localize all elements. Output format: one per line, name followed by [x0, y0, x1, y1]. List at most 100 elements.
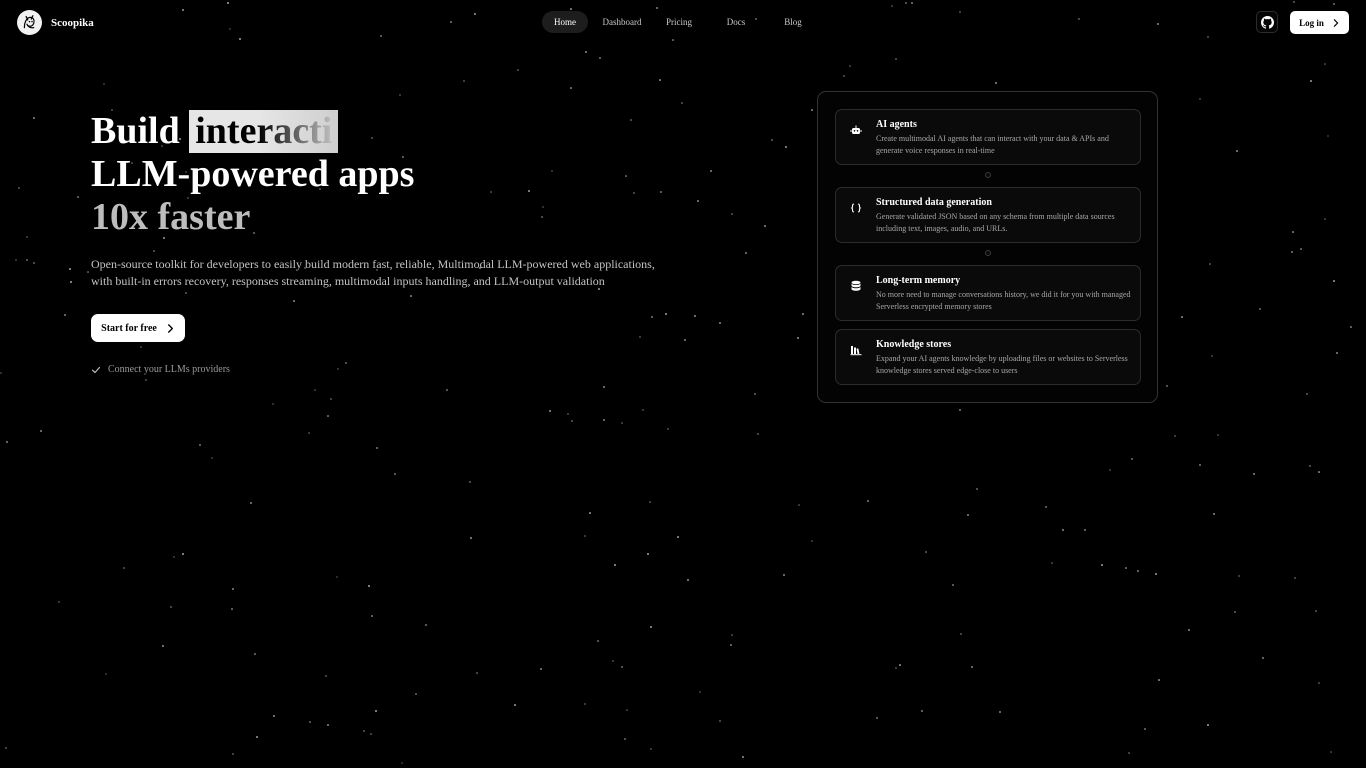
star — [1125, 567, 1127, 569]
star — [327, 724, 329, 726]
star — [541, 216, 543, 218]
star — [797, 337, 799, 339]
star — [232, 588, 234, 590]
nav-item-pricing[interactable]: Pricing — [656, 11, 702, 33]
star — [1199, 98, 1201, 100]
star — [1259, 308, 1261, 310]
feature-card-knowledge-stores: Knowledge stores Expand your AI agents k… — [835, 329, 1141, 385]
headline-line-2: LLM-powered apps — [91, 153, 415, 195]
star — [895, 667, 897, 669]
star — [490, 191, 492, 193]
star — [1238, 575, 1240, 577]
star — [415, 693, 417, 695]
star — [1350, 326, 1352, 328]
feature-description: Create multimodal AI agents that can int… — [876, 134, 1109, 155]
database-icon — [850, 280, 862, 292]
star — [649, 501, 651, 503]
star — [843, 75, 845, 77]
star — [1291, 251, 1293, 253]
logo-icon — [17, 10, 42, 35]
connect-providers-note: Connect your LLMs providers — [91, 364, 230, 375]
feature-card-ai-agents: AI agents Create multimodal AI agents th… — [835, 109, 1141, 165]
star — [1306, 393, 1308, 395]
star — [697, 200, 699, 202]
star — [1174, 435, 1176, 437]
star — [585, 51, 587, 53]
star — [327, 415, 329, 417]
star — [1158, 679, 1160, 681]
star — [1166, 385, 1168, 387]
nav-item-home[interactable]: Home — [542, 11, 588, 33]
feature-description: No more need to manage conversations his… — [876, 290, 1131, 311]
star — [476, 672, 478, 674]
star — [170, 606, 172, 608]
star — [314, 389, 316, 391]
star — [798, 504, 800, 506]
star — [589, 512, 591, 514]
star — [254, 653, 256, 655]
star — [731, 634, 733, 636]
star — [1333, 280, 1335, 282]
headline-prefix: Build — [91, 110, 180, 152]
headline-line-3: 10x faster — [91, 196, 251, 238]
connector-dot — [985, 172, 991, 178]
star — [330, 398, 332, 400]
star — [514, 704, 516, 706]
github-button[interactable] — [1256, 11, 1278, 33]
star — [528, 190, 530, 192]
star — [549, 410, 551, 412]
hero-description: Open-source toolkit for developers to ea… — [91, 257, 655, 288]
start-for-free-button[interactable]: Start for free — [91, 314, 185, 342]
star — [145, 379, 147, 381]
star — [70, 281, 72, 283]
feature-title: Long-term memory — [876, 275, 961, 286]
nav-item-docs[interactable]: Docs — [713, 11, 759, 33]
star — [463, 80, 465, 82]
star — [971, 666, 973, 668]
star — [58, 601, 60, 603]
star — [719, 322, 721, 324]
star — [1128, 752, 1130, 754]
star — [470, 537, 472, 539]
star — [5, 747, 7, 749]
star — [26, 236, 28, 238]
star — [40, 430, 42, 432]
star — [173, 556, 175, 558]
star — [182, 553, 184, 555]
star — [1262, 657, 1264, 659]
star — [1336, 352, 1338, 354]
brand-logo-link[interactable]: Scoopika — [17, 10, 94, 35]
star — [153, 250, 155, 252]
star — [1292, 231, 1294, 233]
nav-item-blog[interactable]: Blog — [770, 11, 816, 33]
star — [1318, 471, 1320, 473]
star — [105, 673, 107, 675]
star — [783, 574, 785, 576]
star — [293, 300, 295, 302]
star — [551, 170, 553, 172]
nav-item-dashboard[interactable]: Dashboard — [599, 11, 645, 33]
star — [64, 314, 66, 316]
star — [309, 721, 311, 723]
star — [1155, 573, 1157, 575]
login-button[interactable]: Log in — [1290, 11, 1349, 34]
star — [687, 579, 689, 581]
robot-icon — [850, 124, 862, 136]
star — [1207, 724, 1209, 726]
star — [719, 720, 721, 722]
star — [633, 192, 635, 194]
connect-text: Connect your LLMs providers — [108, 364, 230, 375]
star — [231, 608, 233, 610]
star — [1101, 564, 1103, 566]
star — [1318, 682, 1320, 684]
star — [256, 736, 258, 738]
star — [597, 640, 599, 642]
star — [140, 346, 142, 348]
star — [370, 733, 372, 735]
star — [710, 170, 712, 172]
star — [1144, 728, 1146, 730]
star — [976, 488, 978, 490]
star — [103, 83, 105, 85]
star — [1330, 751, 1332, 753]
star — [336, 576, 338, 578]
